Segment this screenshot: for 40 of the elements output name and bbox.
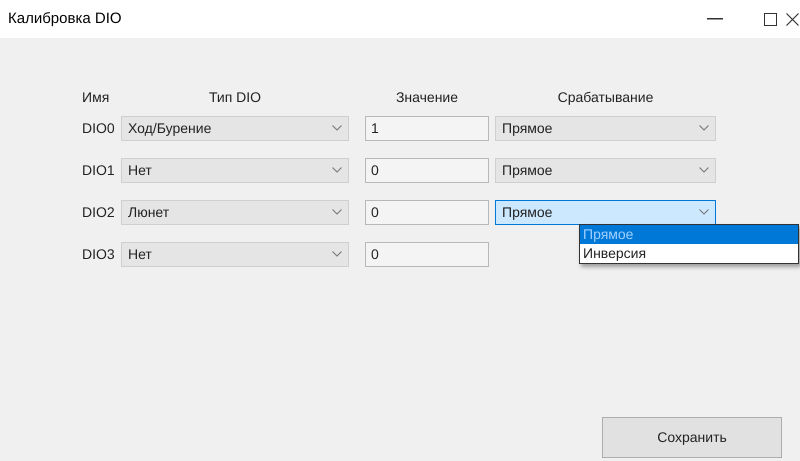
- save-button[interactable]: Сохранить: [602, 417, 782, 458]
- dropdown-value: Люнет: [128, 202, 170, 222]
- value-field[interactable]: 1: [365, 116, 489, 140]
- chevron-down-icon: [699, 125, 709, 131]
- chevron-down-icon: [332, 209, 342, 215]
- dropdown-value: Прямое: [502, 118, 552, 138]
- chevron-down-icon: [332, 251, 342, 257]
- dropdown-value: Нет: [128, 160, 152, 180]
- chevron-down-icon: [699, 209, 709, 215]
- dropdown-option[interactable]: Инверсия: [580, 244, 798, 263]
- dropdown[interactable]: Нет: [121, 242, 349, 266]
- row-label: DIO0: [82, 120, 115, 136]
- dropdown[interactable]: Прямое: [495, 116, 716, 140]
- row-label: DIO3: [82, 246, 115, 262]
- row-label: DIO2: [82, 204, 115, 220]
- column-header: Срабатывание: [558, 88, 654, 104]
- dropdown[interactable]: Нет: [121, 158, 349, 182]
- value-field[interactable]: 0: [365, 242, 489, 266]
- column-header: Значение: [396, 88, 458, 104]
- dropdown-value: Прямое: [502, 160, 552, 180]
- dropdown-value: Прямое: [502, 202, 552, 222]
- column-header: Тип DIO: [208, 88, 262, 104]
- column-header: Имя: [82, 88, 110, 104]
- dropdown-value: Ход/Бурение: [128, 118, 212, 138]
- value-field[interactable]: 0: [365, 200, 489, 224]
- dropdown[interactable]: Люнет: [121, 200, 349, 224]
- window-title: Калибровка DIO: [8, 8, 122, 29]
- dropdown[interactable]: Прямое: [495, 158, 716, 182]
- dropdown[interactable]: Прямое: [495, 200, 716, 224]
- dropdown[interactable]: Ход/Бурение: [121, 116, 349, 140]
- minimize-icon: [707, 18, 723, 20]
- maximize-icon: [764, 12, 776, 26]
- chevron-down-icon: [699, 167, 709, 173]
- dropdown-list[interactable]: Прямое Инверсия: [579, 224, 799, 264]
- dropdown-value: Нет: [128, 244, 152, 264]
- value-field[interactable]: 0: [365, 158, 489, 182]
- chevron-down-icon: [332, 125, 342, 131]
- chevron-down-icon: [332, 167, 342, 173]
- row-label: DIO1: [82, 162, 115, 178]
- close-icon: [786, 12, 799, 26]
